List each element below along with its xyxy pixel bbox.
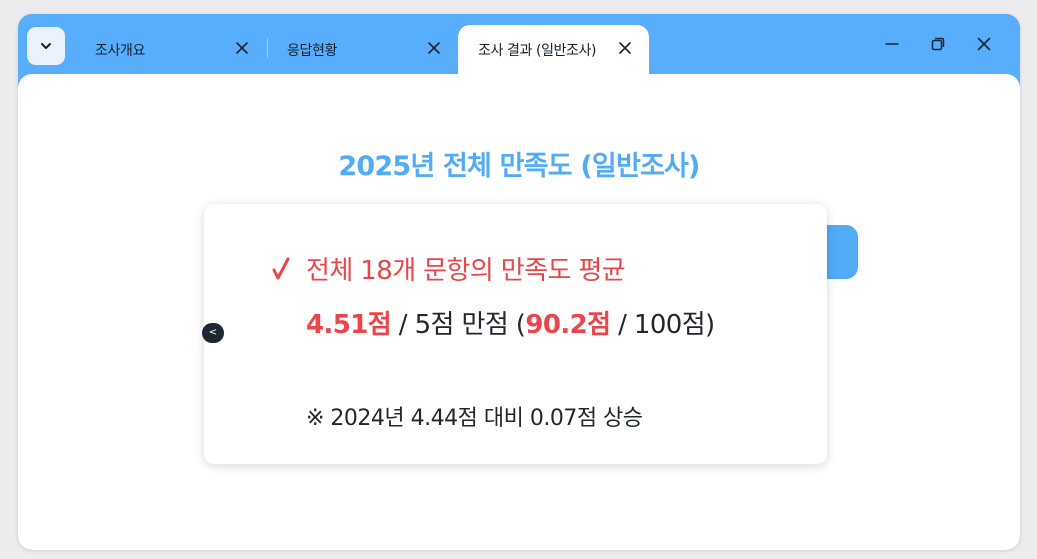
summary-card: 전체 18개 문항의 만족도 평균 4.51점 / 5점 만점 (90.2점 /… bbox=[204, 204, 827, 464]
score-line: 4.51점 / 5점 만점 (90.2점 / 100점) bbox=[306, 304, 715, 341]
chevron-left-icon: < bbox=[208, 327, 218, 338]
tab-results-close-button[interactable] bbox=[616, 39, 634, 57]
close-icon bbox=[428, 42, 440, 54]
close-icon bbox=[977, 37, 991, 51]
tab-label: 조사개요 bbox=[95, 42, 145, 59]
chevron-down-icon bbox=[41, 43, 51, 49]
tab-label: 조사 결과 (일반조사) bbox=[478, 42, 597, 59]
restore-button[interactable] bbox=[923, 31, 953, 57]
score-value: 4.51점 bbox=[306, 310, 392, 340]
close-icon bbox=[619, 42, 631, 54]
comparison-note: ※ 2024년 4.44점 대비 0.07점 상승 bbox=[306, 406, 643, 431]
title-bar: 조사개요 응답현황 조사 결과 (일반조사) bbox=[18, 14, 1020, 74]
close-window-button[interactable] bbox=[969, 31, 999, 57]
card-heading: 전체 18개 문항의 만족도 평균 bbox=[306, 256, 626, 286]
app-window: 조사개요 응답현황 조사 결과 (일반조사) 2025년 전체 만족도 (일반조… bbox=[18, 14, 1020, 550]
close-icon bbox=[236, 42, 248, 54]
tab-results[interactable]: 조사 결과 (일반조사) bbox=[458, 25, 649, 74]
minimize-button[interactable] bbox=[877, 31, 907, 57]
menu-button[interactable] bbox=[27, 27, 65, 65]
tab-responses-close-button[interactable] bbox=[425, 39, 443, 57]
main-content: 2025년 전체 만족도 (일반조사) 전체 18개 문항의 만족도 평균 4.… bbox=[18, 74, 1020, 550]
restore-icon bbox=[931, 37, 945, 51]
score-100-value: 90.2점 bbox=[525, 310, 611, 340]
tab-responses[interactable]: 응답현황 bbox=[268, 25, 448, 74]
score-scale: / 5점 만점 ( bbox=[391, 310, 526, 340]
tab-overview-close-button[interactable] bbox=[233, 39, 251, 57]
score-100-scale: / 100점) bbox=[610, 310, 715, 340]
check-icon bbox=[272, 257, 290, 280]
tab-overview[interactable]: 조사개요 bbox=[78, 25, 258, 74]
minimize-icon bbox=[885, 43, 899, 45]
tab-label: 응답현황 bbox=[287, 42, 337, 59]
collapse-handle[interactable]: < bbox=[202, 323, 224, 343]
page-title: 2025년 전체 만족도 (일반조사) bbox=[338, 151, 700, 182]
